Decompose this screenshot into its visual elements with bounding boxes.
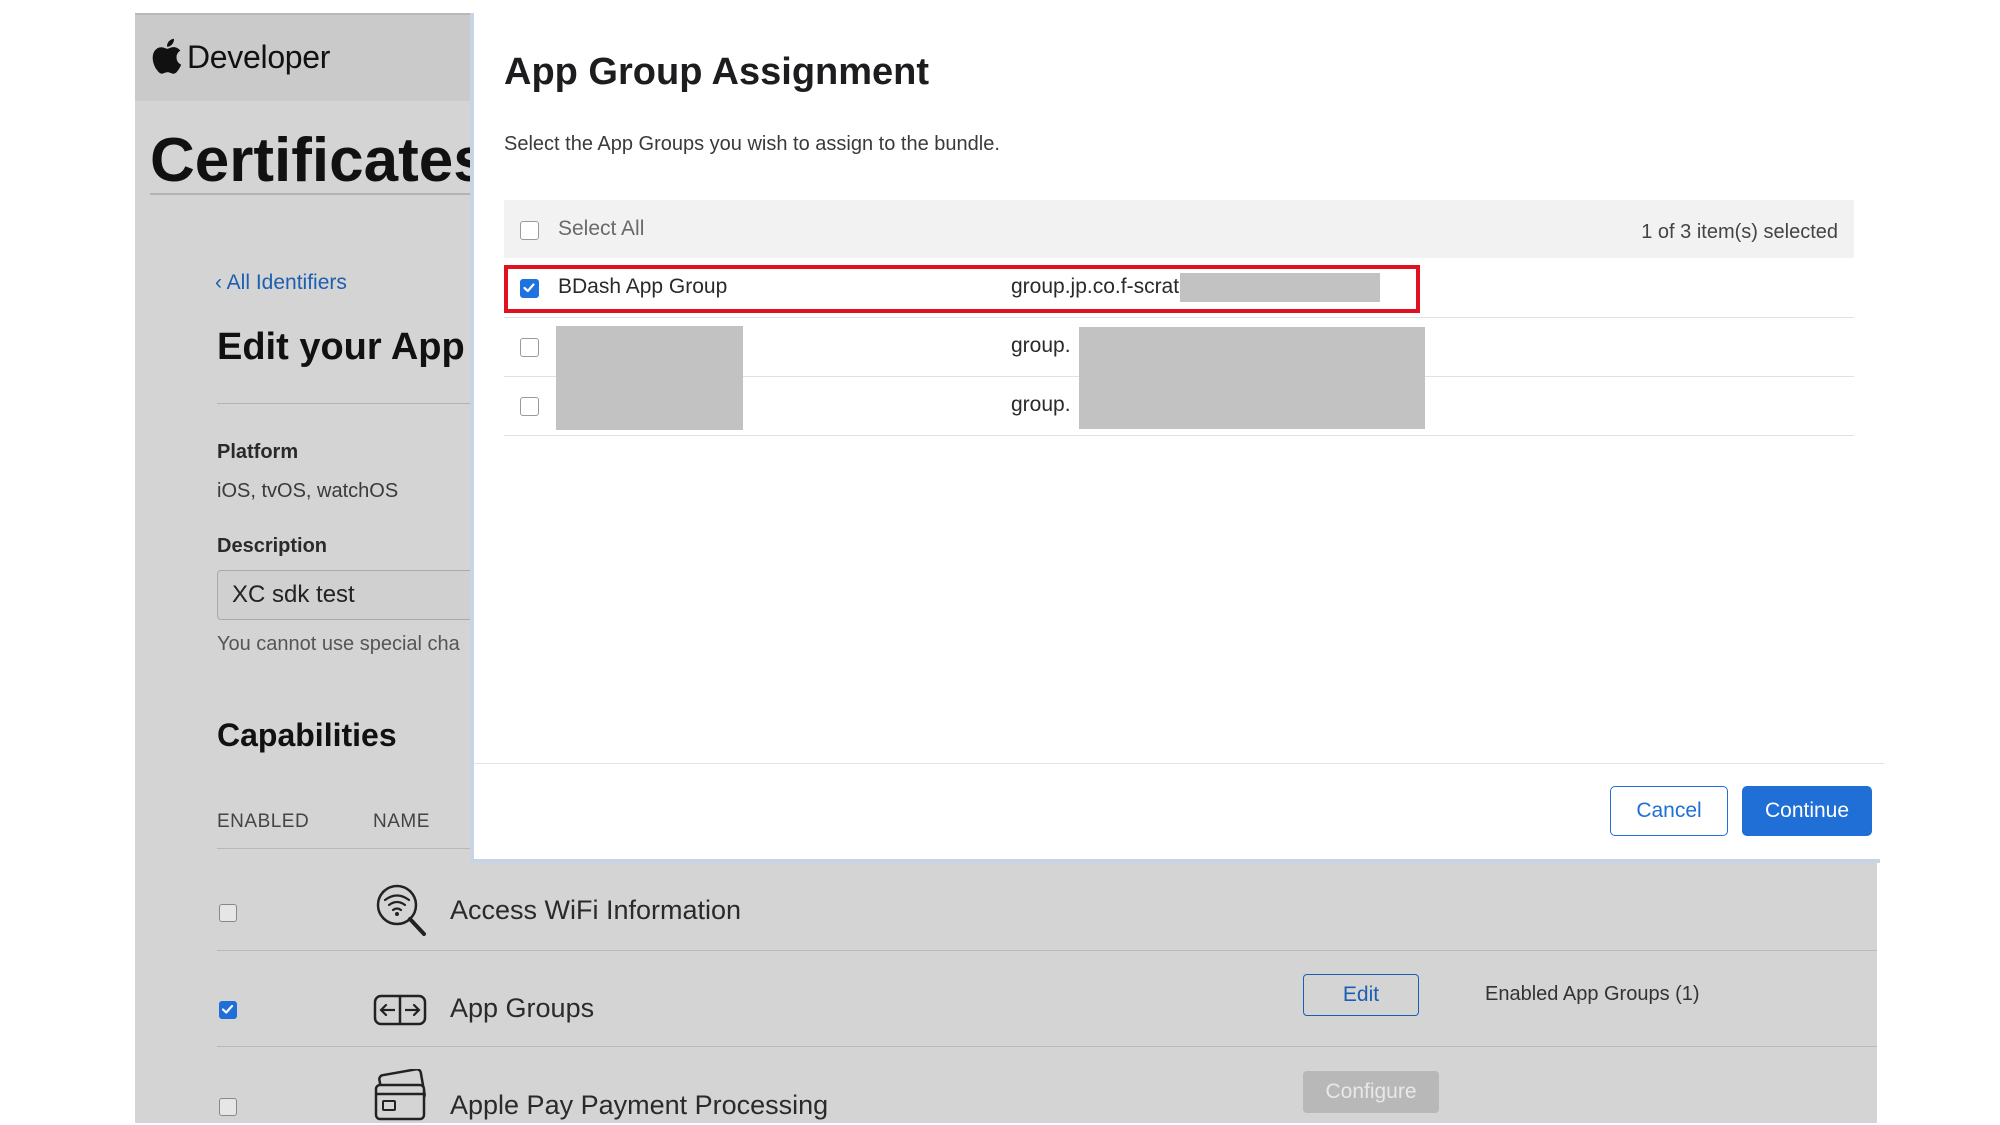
list-header: Select All 1 of 3 item(s) selected xyxy=(504,200,1854,258)
continue-button[interactable]: Continue xyxy=(1742,786,1872,836)
all-identifiers-link[interactable]: ‹ All Identifiers xyxy=(215,271,347,295)
app-group-identifier: group. xyxy=(1011,334,1071,357)
row-divider xyxy=(504,435,1854,436)
developer-brand[interactable]: Developer xyxy=(187,39,330,76)
column-header-name: NAME xyxy=(373,811,430,832)
platform-label: Platform xyxy=(217,441,299,463)
capability-name: App Groups xyxy=(450,993,595,1023)
app-group-assignment-modal: App Group Assignment Select the App Grou… xyxy=(470,13,1884,863)
select-all-checkbox[interactable] xyxy=(520,221,539,240)
capability-name: Access WiFi Information xyxy=(450,895,742,925)
wifi-search-icon xyxy=(376,884,426,936)
selected-count: 1 of 3 item(s) selected xyxy=(1641,221,1838,243)
capability-checkbox-apple-pay[interactable] xyxy=(219,1098,237,1116)
capabilities-title: Capabilities xyxy=(217,717,397,753)
app-groups-icon xyxy=(373,994,427,1026)
footer-divider xyxy=(474,763,1884,764)
capability-name: Apple Pay Payment Processing xyxy=(450,1090,829,1120)
section-title: Edit your App xyxy=(217,326,465,368)
capability-checkbox-app-groups[interactable] xyxy=(219,1001,237,1019)
page-title: Certificates xyxy=(150,126,488,195)
description-label: Description xyxy=(217,535,328,557)
app-group-identifier: group. xyxy=(1011,393,1071,416)
apple-logo-icon[interactable] xyxy=(150,37,182,75)
enabled-app-groups-status: Enabled App Groups (1) xyxy=(1485,983,1700,1005)
redacted-block xyxy=(556,326,743,430)
modal-subtitle: Select the App Groups you wish to assign… xyxy=(504,133,1000,155)
capability-checkbox-wifi[interactable] xyxy=(219,904,237,922)
description-help-text: You cannot use special cha xyxy=(217,633,460,655)
row-checkbox[interactable] xyxy=(520,397,539,416)
row-checkbox[interactable] xyxy=(520,338,539,357)
edit-app-groups-button[interactable]: Edit xyxy=(1303,974,1419,1016)
credit-card-icon xyxy=(374,1069,426,1121)
platform-value: iOS, tvOS, watchOS xyxy=(217,480,399,502)
highlight-box xyxy=(504,265,1420,313)
divider xyxy=(217,1046,1877,1047)
column-header-enabled: ENABLED xyxy=(217,811,310,832)
cancel-button[interactable]: Cancel xyxy=(1610,786,1728,836)
select-all-label[interactable]: Select All xyxy=(558,217,644,241)
redacted-block xyxy=(1079,327,1425,429)
modal-title: App Group Assignment xyxy=(504,51,930,93)
checkmark-icon xyxy=(221,1004,234,1014)
divider xyxy=(217,950,1877,951)
configure-apple-pay-button[interactable]: Configure xyxy=(1303,1071,1439,1113)
